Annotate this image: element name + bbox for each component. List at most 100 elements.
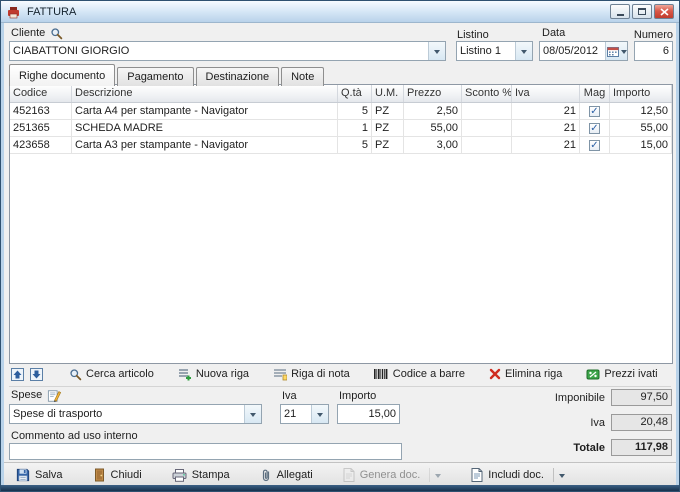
column-header-codice[interactable]: Codice [10,85,72,102]
column-header-qta[interactable]: Q.tà [338,85,372,102]
column-header-descrizione[interactable]: Descrizione [72,85,338,102]
data-label: Data [542,27,566,39]
table-row[interactable]: 452163 Carta A4 per stampante - Navigato… [10,103,672,120]
chevron-down-icon [435,473,442,481]
cell-qta: 1 [338,120,372,136]
genera-doc-dropdown-button[interactable] [429,468,442,482]
data-datepicker[interactable]: 08/05/2012 [539,41,628,61]
close-button[interactable] [654,4,674,19]
listino-dropdown-button[interactable] [515,42,532,60]
spese-iva-combobox[interactable]: 21 [280,404,329,424]
search-icon [70,368,82,380]
codice-a-barre-label: Codice a barre [392,368,465,380]
tab-destinazione[interactable]: Destinazione [195,67,280,86]
search-icon[interactable] [50,27,63,40]
cliente-label-group: Cliente [11,27,63,40]
spese-combobox[interactable]: Spese di trasporto [9,404,262,424]
cliente-dropdown-button[interactable] [428,42,445,60]
column-header-importo[interactable]: Importo [610,85,672,102]
listino-combobox[interactable]: Listino 1 [456,41,533,61]
column-header-um[interactable]: U.M. [372,85,404,102]
cell-descrizione: Carta A3 per stampante - Navigator [72,137,338,153]
includi-doc-dropdown-button[interactable] [552,468,565,482]
cell-sconto [462,103,512,119]
cell-mag: ✓ [580,120,610,136]
chevron-down-icon [521,49,527,57]
riga-di-nota-button[interactable]: Riga di nota [273,368,350,381]
iva-total-field: 20,48 [611,414,672,431]
cell-codice: 452163 [10,103,72,119]
document-icon [343,468,355,482]
cell-qta: 5 [338,103,372,119]
cell-sconto [462,137,512,153]
mag-checkbox[interactable]: ✓ [589,122,600,134]
tab-note[interactable]: Note [281,67,325,86]
window-frame-bottom [1,485,679,491]
mag-checkbox[interactable]: ✓ [589,105,600,117]
numero-field[interactable]: 6 [634,41,673,61]
maximize-icon [638,8,646,15]
prezzi-ivati-button[interactable]: Prezzi ivati [586,368,658,381]
nuova-riga-button[interactable]: Nuova riga [178,368,249,381]
imponibile-field: 97,50 [611,389,672,406]
cell-iva: 21 [512,137,580,153]
separator [9,386,671,387]
spese-iva-label: Iva [282,390,297,402]
cerca-articolo-button[interactable]: Cerca articolo [69,368,154,381]
chiudi-button[interactable]: Chiudi [93,468,142,482]
codice-a-barre-button[interactable]: Codice a barre [373,368,465,380]
note-row-icon [274,368,288,380]
cell-prezzo: 2,50 [404,103,462,119]
cliente-combobox[interactable]: CIABATTONI GIORGIO [9,41,446,61]
prezzi-ivati-label: Prezzi ivati [604,368,658,380]
includi-doc-label: Includi doc. [488,469,544,481]
allegati-button[interactable]: Allegati [260,468,313,482]
move-row-up-button[interactable] [11,367,24,381]
cell-prezzo: 3,00 [404,137,462,153]
spese-value: Spese di trasporto [13,408,103,420]
spese-label-group: Spese [11,389,62,402]
mag-checkbox[interactable]: ✓ [589,139,600,151]
chiudi-label: Chiudi [110,469,142,481]
cell-prezzo: 55,00 [404,120,462,136]
edit-pencil-icon[interactable] [47,389,62,403]
cell-codice: 251365 [10,120,72,136]
cell-mag: ✓ [580,137,610,153]
numero-value: 6 [662,45,669,57]
move-row-down-button[interactable] [30,367,43,381]
spese-dropdown-button[interactable] [244,405,261,423]
spese-iva-dropdown-button[interactable] [311,405,328,423]
includi-doc-button[interactable]: Includi doc. [471,468,565,482]
elimina-riga-button[interactable]: Elimina riga [489,368,562,380]
tab-righe-documento[interactable]: Righe documento [9,64,116,86]
new-row-icon [178,368,191,380]
salva-button[interactable]: Salva [16,468,63,482]
stampa-button[interactable]: Stampa [172,468,230,482]
table-row[interactable]: 251365 SCHEDA MADRE 1 PZ 55,00 21 ✓ 55,0… [10,120,672,137]
tab-pagamento[interactable]: Pagamento [117,67,194,86]
save-floppy-icon [16,468,30,482]
genera-doc-label: Genera doc. [359,469,421,481]
column-header-sconto[interactable]: Sconto % [462,85,512,102]
commento-field[interactable] [9,443,402,460]
calendar-button[interactable] [605,42,627,60]
tab-bar: Righe documento Pagamento Destinazione N… [9,64,326,86]
maximize-button[interactable] [632,4,652,19]
printer-icon [172,468,187,482]
column-header-iva[interactable]: Iva [512,85,580,102]
minimize-button[interactable] [610,4,630,19]
cell-iva: 21 [512,103,580,119]
spese-importo-field[interactable]: 15,00 [337,404,400,424]
cell-importo: 55,00 [610,120,672,136]
cell-sconto [462,120,512,136]
arrow-up-icon [11,367,24,381]
arrow-down-icon [30,367,43,381]
calendar-icon [606,46,619,57]
column-header-prezzo[interactable]: Prezzo [404,85,462,102]
barcode-icon [373,369,388,379]
spese-iva-value: 21 [284,408,297,420]
genera-doc-button[interactable]: Genera doc. [343,468,442,482]
table-row[interactable]: 423658 Carta A3 per stampante - Navigato… [10,137,672,154]
column-header-mag[interactable]: Mag [580,85,610,102]
app-icon [7,5,22,19]
